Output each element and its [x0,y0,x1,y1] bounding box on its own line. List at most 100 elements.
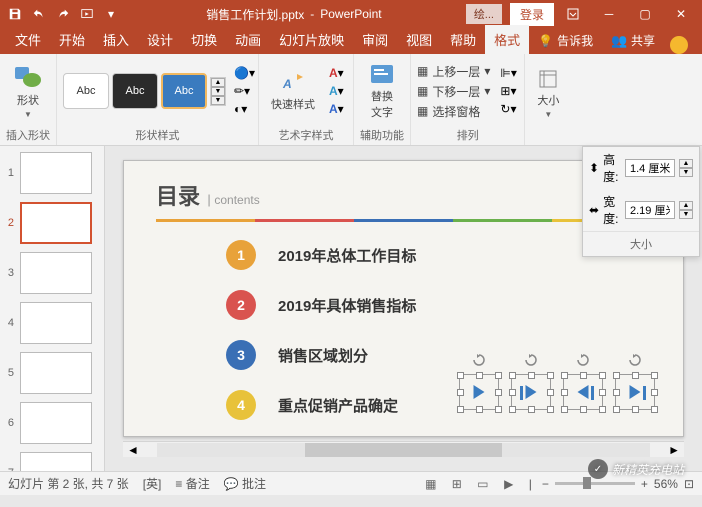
group-button[interactable]: ⊞▾ [500,83,518,99]
height-icon: ⬍ [589,161,599,175]
close-button[interactable]: ✕ [664,2,698,26]
height-input[interactable] [625,159,675,177]
quick-access-toolbar: ▾ [4,3,122,25]
rotate-handle[interactable] [628,353,642,367]
bring-forward-button[interactable]: ▦ 上移一层 ▾ [417,63,490,80]
selected-shape-3[interactable] [563,374,603,410]
rotate-handle[interactable] [524,353,538,367]
group-wordart-styles: A 快速样式 A▾ A▾ A▾ 艺术字样式 [259,54,354,145]
shape-style-gallery[interactable]: Abc Abc Abc ▲ ▼ ▼ [63,73,226,109]
thumbnail-5[interactable]: 5 [4,352,100,394]
shape-effects-button[interactable]: ◐▾ [234,101,252,117]
tab-view[interactable]: 视图 [397,25,441,54]
fit-button[interactable]: ⊡ [684,477,694,491]
selected-shapes [459,374,655,410]
tab-tellme[interactable]: 💡告诉我 [529,27,602,54]
thumbnail-4[interactable]: 4 [4,302,100,344]
rotate-handle[interactable] [472,353,486,367]
thumbnail-1[interactable]: 1 [4,152,100,194]
sorter-view-button[interactable]: ⊞ [447,475,467,493]
tab-format[interactable]: 格式 [485,25,529,54]
selected-shape-1[interactable] [459,374,499,410]
slide-counter[interactable]: 幻灯片 第 2 张, 共 7 张 [8,475,129,492]
scroll-left[interactable]: ◄ [123,443,143,457]
gallery-more[interactable]: ▼ [211,96,225,105]
comments-button[interactable]: 💬 批注 [224,475,266,492]
maximize-button[interactable]: ▢ [628,2,662,26]
send-backward-button[interactable]: ▦ 下移一层 ▾ [417,83,490,100]
tab-review[interactable]: 审阅 [353,25,397,54]
notes-button[interactable]: ≡ 备注 [175,475,209,492]
shape-style-3[interactable]: Abc [161,73,207,109]
thumbnail-2[interactable]: 2 [4,202,100,244]
shape-style-1[interactable]: Abc [63,73,109,109]
undo-button[interactable] [28,3,50,25]
height-up[interactable]: ▲ [679,159,693,168]
selected-shape-4[interactable] [615,374,655,410]
group-accessibility: 替换 文字 辅助功能 [354,54,411,145]
tab-insert[interactable]: 插入 [94,25,138,54]
start-from-beginning-button[interactable] [76,3,98,25]
rotate-button[interactable]: ↻▾ [500,101,518,117]
zoom-out-button[interactable]: − [542,477,549,491]
alt-text-button[interactable]: 替换 文字 [362,58,402,124]
text-fill-button[interactable]: A▾ [329,65,347,81]
redo-button[interactable] [52,3,74,25]
tab-animations[interactable]: 动画 [226,25,270,54]
slideshow-view-button[interactable]: ▶ [499,475,519,493]
thumbnail-7[interactable]: 7 [4,452,100,471]
width-down[interactable]: ▼ [679,210,693,219]
svg-text:A: A [282,77,292,91]
language-button[interactable]: [英] [143,475,162,492]
width-up[interactable]: ▲ [679,201,693,210]
width-label: 宽度: [603,193,621,227]
login-button[interactable]: 登录 [510,3,554,26]
shapes-gallery-button[interactable]: 形状 ▼ [7,60,49,123]
ribbon-options-button[interactable] [556,2,590,26]
filename: 销售工作计划.pptx [206,6,304,23]
selected-shape-2[interactable] [511,374,551,410]
shape-outline-button[interactable]: ✏▾ [234,83,252,99]
minimize-button[interactable]: ─ [592,2,626,26]
title-bar: ▾ 销售工作计划.pptx - PowerPoint 绘... 登录 ─ ▢ ✕ [0,0,702,28]
tab-design[interactable]: 设计 [138,25,182,54]
tab-help[interactable]: 帮助 [441,25,485,54]
group-shape-styles: Abc Abc Abc ▲ ▼ ▼ 🔵▾ ✏▾ ◐▾ 形状样式 [57,54,259,145]
selection-pane-button[interactable]: ▦ 选择窗格 [417,103,490,120]
size-popup: ⬍ 高度: ▲▼ ⬌ 宽度: ▲▼ 大小 [582,146,700,257]
tab-file[interactable]: 文件 [6,25,50,54]
height-down[interactable]: ▼ [679,168,693,177]
size-button[interactable]: 大小 ▼ [531,64,565,123]
horizontal-scrollbar[interactable]: ◄ ► [123,441,684,457]
feedback-button[interactable] [670,36,688,54]
slide-thumbnails: 1 2 3 4 5 6 7 [0,146,105,471]
rotate-handle[interactable] [576,353,590,367]
tab-transitions[interactable]: 切换 [182,25,226,54]
drawing-tools-tab[interactable]: 绘... [466,4,502,24]
tab-slideshow[interactable]: 幻灯片放映 [270,25,353,54]
thumbnail-6[interactable]: 6 [4,402,100,444]
shape-fill-button[interactable]: 🔵▾ [234,65,252,81]
tab-home[interactable]: 开始 [50,25,94,54]
shape-style-2[interactable]: Abc [112,73,158,109]
group-insert-shapes: 形状 ▼ 插入形状 [0,54,57,145]
scroll-right[interactable]: ► [664,443,684,457]
scroll-thumb[interactable] [305,443,502,457]
width-input[interactable] [625,201,675,219]
app-name: PowerPoint [320,7,381,21]
text-effects-button[interactable]: A▾ [329,101,347,117]
save-button[interactable] [4,3,26,25]
title-underline [156,219,651,222]
text-outline-button[interactable]: A▾ [329,83,347,99]
tab-share[interactable]: 👥 共享 [602,27,664,54]
thumbnail-3[interactable]: 3 [4,252,100,294]
reading-view-button[interactable]: ▭ [473,475,493,493]
gallery-up[interactable]: ▲ [211,78,225,87]
gallery-down[interactable]: ▼ [211,87,225,96]
normal-view-button[interactable]: ▦ [421,475,441,493]
zoom-slider[interactable] [555,482,635,485]
align-button[interactable]: ⊫▾ [500,65,518,81]
qat-customize-button[interactable]: ▾ [100,3,122,25]
quick-styles-button[interactable]: A 快速样式 [265,66,321,116]
ribbon: 形状 ▼ 插入形状 Abc Abc Abc ▲ ▼ ▼ 🔵▾ ✏▾ ◐▾ [0,54,702,146]
